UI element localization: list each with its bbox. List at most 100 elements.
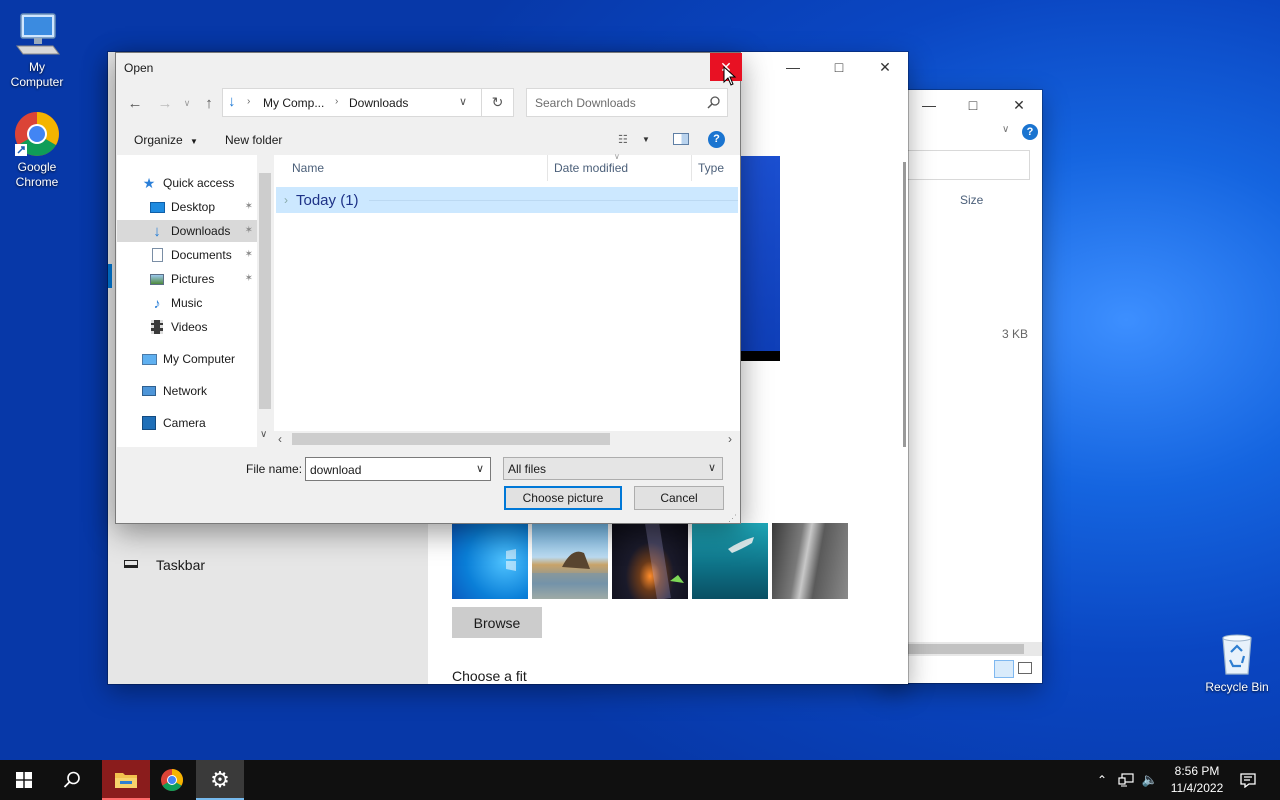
file-list-horizontal-scrollbar[interactable]: ‹ ›	[274, 431, 740, 447]
gear-icon: ⚙	[210, 767, 230, 792]
desktop-icon-my-computer[interactable]: My Computer	[0, 10, 74, 90]
nav-item-label: My Computer	[163, 352, 236, 366]
nav-item-downloads[interactable]: ↓ Downloads ✶	[149, 220, 255, 242]
preview-pane-icon[interactable]	[673, 133, 689, 145]
show-hidden-icons-button[interactable]: ⌃	[1090, 760, 1114, 800]
vertical-scrollbar[interactable]	[903, 162, 906, 447]
desktop-icon-recycle-bin[interactable]: Recycle Bin	[1200, 630, 1274, 695]
open-file-dialog[interactable]: Open ✕ ← → ∨ ↑ ↓ › My Comp... › Download…	[115, 52, 742, 524]
choose-picture-button[interactable]: Choose picture	[504, 486, 622, 510]
file-size-value: 3 KB	[1002, 327, 1029, 341]
nav-item-music[interactable]: ♪ Music	[149, 292, 255, 314]
address-dropdown-icon[interactable]: ∨	[459, 95, 467, 108]
close-button[interactable]: ✕	[862, 52, 908, 82]
wallpaper-thumbnail[interactable]	[452, 523, 528, 599]
computer-icon	[141, 351, 157, 367]
pictures-icon	[149, 271, 165, 287]
up-button[interactable]: ↑	[198, 93, 220, 113]
download-arrow-icon: ↓	[153, 222, 161, 240]
scroll-right-icon[interactable]: ›	[728, 432, 732, 446]
network-icon[interactable]	[1114, 760, 1138, 800]
column-header-date-modified[interactable]: Date modified	[548, 155, 692, 181]
nav-item-documents[interactable]: Documents ✶	[149, 244, 255, 266]
browse-button[interactable]: Browse	[452, 607, 542, 638]
breadcrumb-my-computer[interactable]: My Comp...	[263, 96, 324, 110]
taskbar-icon	[124, 560, 138, 568]
scroll-left-icon[interactable]: ‹	[278, 432, 282, 446]
address-bar[interactable]: ↓ › My Comp... › Downloads ∨ ↻	[222, 88, 514, 117]
scroll-down-icon[interactable]: ∨	[260, 429, 267, 440]
new-folder-button[interactable]: New folder	[225, 133, 282, 147]
nav-item-label: Pictures	[171, 272, 215, 286]
nav-item-videos[interactable]: Videos	[149, 316, 255, 338]
maximize-button[interactable]: □	[950, 90, 996, 120]
chrome-icon	[13, 110, 61, 158]
close-button[interactable]: ✕	[996, 90, 1042, 120]
desktop-icon-label: My	[29, 60, 45, 74]
nav-item-label: Downloads	[171, 224, 231, 238]
start-button[interactable]	[0, 760, 48, 800]
organize-button[interactable]: Organize ▼	[134, 133, 198, 147]
sidebar-item-taskbar[interactable]: Taskbar	[156, 557, 205, 573]
clock-time: 8:56 PM	[1174, 764, 1220, 778]
wallpaper-thumbnail[interactable]	[532, 523, 608, 599]
wallpaper-thumbnail[interactable]	[772, 523, 848, 599]
recent-locations-button[interactable]: ∨	[176, 93, 198, 113]
back-button[interactable]: ←	[124, 93, 146, 113]
file-name-combobox[interactable]: download ∨	[305, 457, 491, 481]
file-type-select[interactable]: All files ∨	[503, 457, 723, 480]
file-list[interactable]: Name ∨ Date modified Type › Today (1) ‹ …	[274, 152, 740, 447]
maximize-button[interactable]: □	[816, 52, 862, 82]
nav-item-pictures[interactable]: Pictures ✶	[149, 268, 255, 290]
chevron-down-icon[interactable]: ∨	[1002, 124, 1009, 135]
chevron-down-icon: ∨	[708, 462, 717, 474]
desktop-icon-label: Recycle Bin	[1205, 680, 1269, 694]
network-icon	[141, 383, 157, 399]
horizontal-scrollbar[interactable]	[906, 642, 1042, 656]
view-dropdown-icon[interactable]: ▼	[642, 135, 650, 144]
refresh-button[interactable]: ↻	[481, 89, 513, 116]
cancel-button[interactable]: Cancel	[634, 486, 724, 510]
pin-icon: ✶	[244, 273, 253, 284]
column-header-name[interactable]: Name	[274, 155, 548, 181]
chevron-down-icon[interactable]: ∨	[476, 462, 484, 475]
details-view-icon[interactable]	[994, 660, 1014, 678]
change-view-icon[interactable]: ☷	[618, 133, 636, 146]
resize-grip-icon[interactable]: ⋰	[728, 513, 737, 524]
forward-button[interactable]: →	[154, 93, 176, 113]
nav-pane-scrollbar[interactable]: ∨	[257, 155, 273, 447]
taskbar-chrome[interactable]	[148, 760, 196, 800]
wallpaper-thumbnail[interactable]	[692, 523, 768, 599]
file-name-input[interactable]: download	[310, 463, 361, 477]
background-preview	[740, 156, 780, 361]
large-icons-view-icon[interactable]	[1018, 662, 1032, 674]
search-input[interactable]: Search Downloads	[535, 96, 636, 110]
nav-item-desktop[interactable]: Desktop ✶	[149, 196, 255, 218]
help-icon[interactable]: ?	[1022, 124, 1038, 140]
help-icon[interactable]: ?	[708, 131, 725, 148]
recycle-bin-icon	[1213, 630, 1261, 678]
search-icon	[63, 771, 80, 788]
clock[interactable]: 8:56 PM 11/4/2022	[1166, 763, 1228, 797]
column-header-type[interactable]: Type	[692, 155, 740, 181]
clock-date: 11/4/2022	[1170, 781, 1224, 795]
nav-accent-bar	[108, 264, 112, 288]
taskbar-file-explorer[interactable]	[102, 760, 150, 800]
scrollbar-thumb[interactable]	[259, 173, 271, 409]
file-group-today[interactable]: › Today (1)	[276, 187, 738, 213]
breadcrumb-downloads[interactable]: Downloads	[349, 96, 408, 110]
desktop-icon-google-chrome[interactable]: Google Chrome	[0, 110, 74, 190]
wallpaper-thumbnail[interactable]	[612, 521, 688, 601]
search-field[interactable]: Search Downloads	[526, 88, 728, 117]
minimize-button[interactable]: —	[770, 52, 816, 82]
action-center-button[interactable]	[1234, 760, 1262, 800]
search-button[interactable]	[48, 760, 96, 800]
navigation-pane[interactable]: ★ Quick access Desktop ✶ ↓ Downloads ✶ D…	[117, 155, 273, 447]
taskbar-settings[interactable]: ⚙	[196, 760, 244, 800]
minimize-button[interactable]: —	[906, 90, 952, 120]
column-header-size[interactable]: Size	[960, 193, 983, 207]
explorer-search-field[interactable]	[906, 150, 1030, 180]
camera-icon	[141, 415, 157, 431]
volume-icon[interactable]: 🔈	[1138, 760, 1162, 800]
scrollbar-thumb[interactable]	[292, 433, 610, 445]
